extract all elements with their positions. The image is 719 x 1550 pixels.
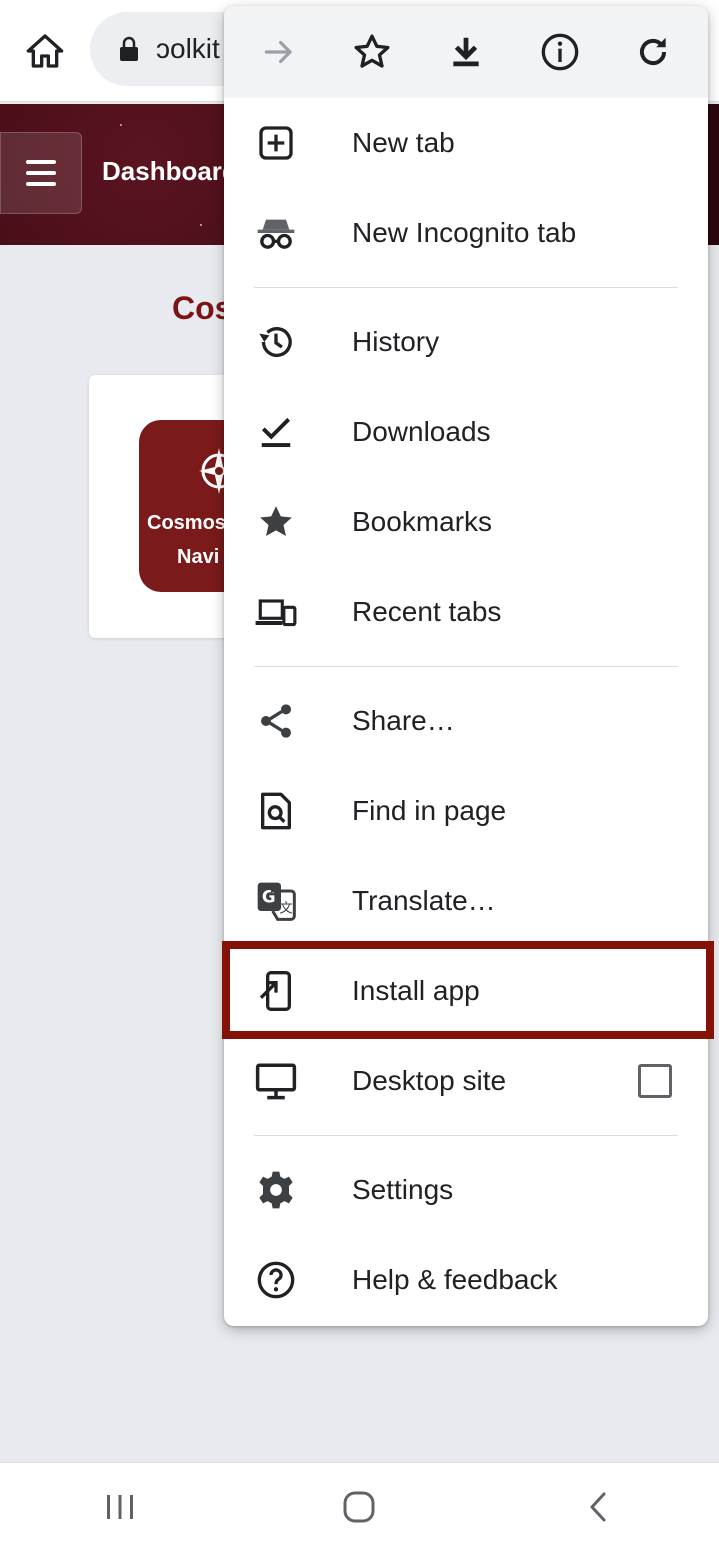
translate-icon: G 文 xyxy=(254,879,298,923)
bookmark-star-icon xyxy=(354,34,390,68)
page-info-button[interactable] xyxy=(530,22,590,82)
menu-item-label: Help & feedback xyxy=(352,1264,558,1295)
menu-item-label: Share… xyxy=(352,705,455,736)
menu-item-label: Desktop site xyxy=(352,1065,507,1096)
find-in-page-icon xyxy=(254,789,298,833)
recents-icon xyxy=(106,1494,133,1519)
hamburger-icon-line xyxy=(26,160,56,164)
desktop-site-checkbox[interactable] xyxy=(638,1064,672,1098)
menu-item-new-tab[interactable]: New tab xyxy=(224,98,708,188)
banner-title: Dashboard xyxy=(102,156,238,186)
download-page-button[interactable] xyxy=(436,22,496,82)
menu-action-bar xyxy=(224,6,708,98)
menu-item-bookmarks[interactable]: Bookmarks xyxy=(224,477,708,567)
menu-item-install-app[interactable]: Install app xyxy=(224,946,708,1036)
incognito-icon xyxy=(254,211,298,255)
svg-text:文: 文 xyxy=(279,901,292,917)
url-text: ɔolkit xyxy=(156,33,220,64)
info-icon xyxy=(541,33,578,71)
menu-item-recent-tabs[interactable]: Recent tabs xyxy=(224,567,708,657)
recents-button[interactable] xyxy=(85,1472,155,1542)
menu-item-label: New Incognito tab xyxy=(352,217,577,248)
menu-item-history[interactable]: History xyxy=(224,297,708,387)
hamburger-icon-line xyxy=(26,171,56,175)
menu-item-settings[interactable]: Settings xyxy=(224,1145,708,1235)
download-icon xyxy=(453,37,479,67)
forward-button[interactable] xyxy=(249,22,309,82)
menu-item-label: Translate… xyxy=(352,885,496,916)
menu-item-share[interactable]: Share… xyxy=(224,676,708,766)
gear-icon xyxy=(254,1168,298,1212)
desktop-monitor-icon xyxy=(254,1059,298,1103)
menu-item-label: Settings xyxy=(352,1174,454,1205)
menu-item-label: Install app xyxy=(352,975,480,1006)
reload-icon xyxy=(640,37,667,66)
menu-divider xyxy=(254,666,678,667)
menu-item-downloads[interactable]: Downloads xyxy=(224,387,708,477)
share-icon xyxy=(254,699,298,743)
devices-icon xyxy=(254,590,298,634)
hamburger-icon-line xyxy=(26,182,56,186)
home-icon xyxy=(343,1491,375,1522)
reload-button[interactable] xyxy=(623,22,683,82)
back-icon xyxy=(590,1492,606,1521)
new-tab-icon xyxy=(254,121,298,165)
help-icon xyxy=(254,1258,298,1302)
system-nav-bar xyxy=(0,1462,719,1550)
menu-item-help-feedback[interactable]: Help & feedback xyxy=(224,1235,708,1325)
menu-item-label: Downloads xyxy=(352,416,491,447)
history-icon xyxy=(254,320,298,364)
menu-item-label: Bookmarks xyxy=(352,506,493,537)
menu-divider xyxy=(254,287,678,288)
hamburger-menu-button[interactable] xyxy=(0,132,82,214)
back-button[interactable] xyxy=(564,1472,634,1542)
install-app-icon xyxy=(254,969,298,1013)
menu-item-label: New tab xyxy=(352,127,455,158)
menu-item-desktop-site[interactable]: Desktop site xyxy=(224,1036,708,1126)
app-tile-line2: Navi xyxy=(177,546,220,568)
menu-item-new-incognito-tab[interactable]: New Incognito tab xyxy=(224,188,708,278)
lock-icon xyxy=(118,36,140,62)
home-icon xyxy=(26,34,64,68)
app-tile-line1: Cosmos xyxy=(147,512,226,534)
forward-icon xyxy=(264,40,292,64)
menu-item-label: Recent tabs xyxy=(352,596,502,627)
menu-item-label: Find in page xyxy=(352,795,507,826)
menu-divider xyxy=(254,1135,678,1136)
downloads-check-icon xyxy=(254,410,298,454)
menu-item-translate[interactable]: G 文 Translate… xyxy=(224,856,708,946)
menu-item-label: History xyxy=(352,326,440,357)
menu-item-find-in-page[interactable]: Find in page xyxy=(224,766,708,856)
bookmark-page-button[interactable] xyxy=(342,22,402,82)
browser-overflow-menu: New tab New Incognito tab History Downlo… xyxy=(224,6,708,1326)
system-home-button[interactable] xyxy=(324,1472,394,1542)
home-button[interactable] xyxy=(22,28,68,74)
bookmarks-star-icon xyxy=(254,500,298,544)
